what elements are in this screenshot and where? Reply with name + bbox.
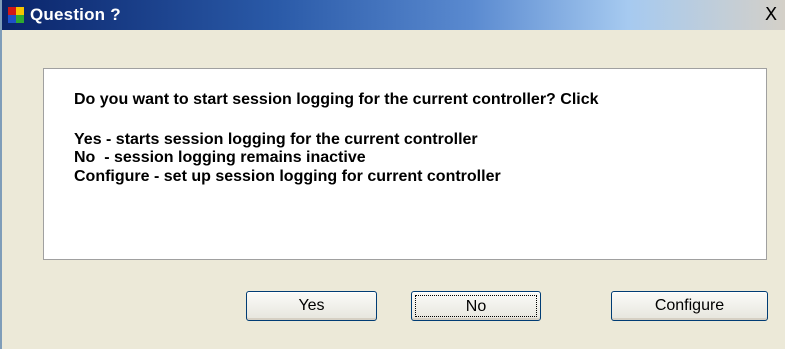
focus-rectangle: No — [415, 295, 537, 317]
question-dialog: Question ? X Do you want to start sessio… — [0, 0, 785, 349]
close-button[interactable]: X — [761, 6, 781, 24]
message-option-configure: Configure - set up session logging for c… — [74, 168, 501, 185]
title-bar[interactable]: Question ? X — [2, 0, 785, 30]
close-icon: X — [764, 4, 778, 25]
no-button[interactable]: No — [411, 291, 541, 321]
message-question: Do you want to start session logging for… — [74, 91, 599, 108]
yes-button[interactable]: Yes — [246, 291, 377, 321]
message-option-yes: Yes - starts session logging for the cur… — [74, 131, 478, 148]
yes-button-label: Yes — [298, 297, 325, 314]
configure-button-label: Configure — [654, 297, 725, 314]
message-panel: Do you want to start session logging for… — [43, 68, 767, 260]
no-button-label: No — [465, 298, 487, 315]
message-option-no: No - session logging remains inactive — [74, 149, 366, 166]
app-window-icon — [8, 7, 24, 23]
dialog-title: Question ? — [30, 5, 121, 24]
configure-button[interactable]: Configure — [611, 291, 768, 321]
